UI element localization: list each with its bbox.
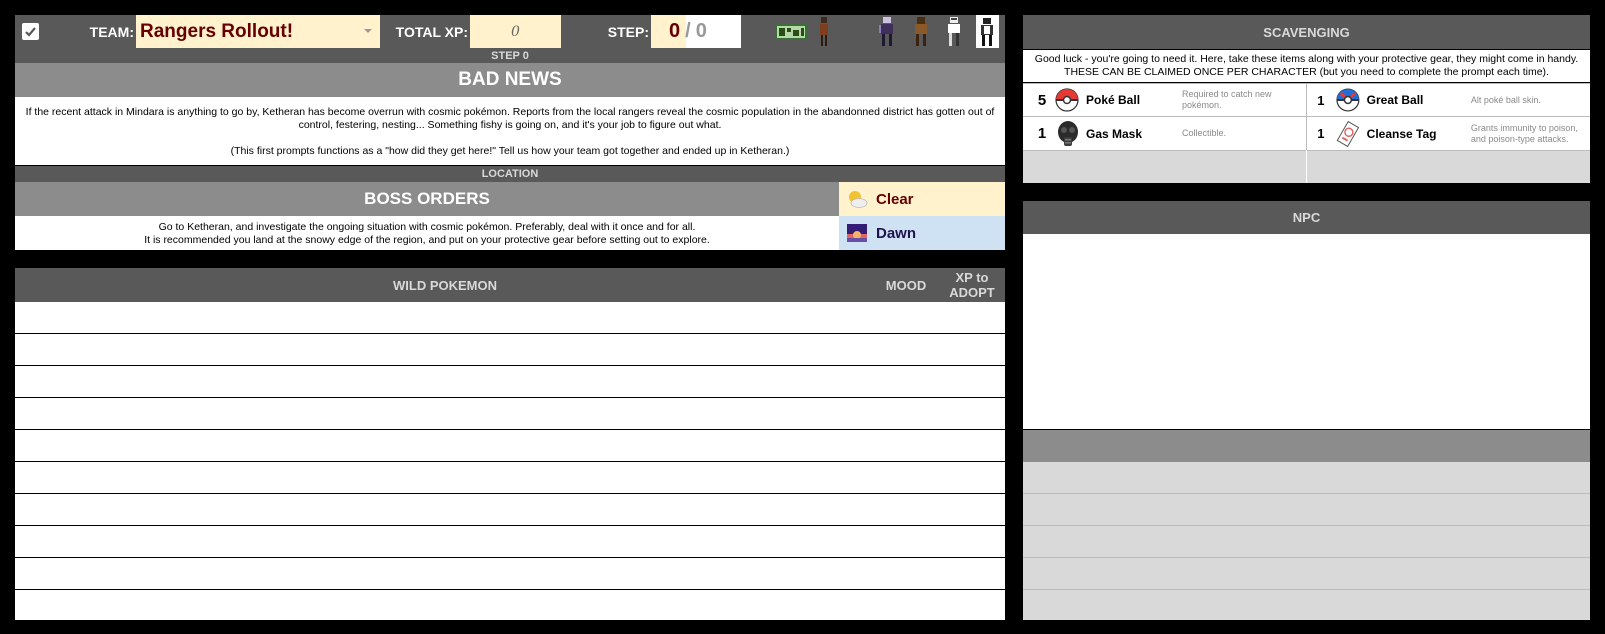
total-xp-field: 0 [470, 15, 561, 48]
npc-info-row [1023, 558, 1590, 590]
trainer-sprite-4-icon [948, 17, 960, 46]
npc-portrait-area [1023, 234, 1590, 429]
table-row [15, 493, 1005, 494]
story-title-bar: BAD NEWS [15, 63, 1005, 97]
step-separator: / [685, 20, 691, 42]
scavenging-item: 1 Great Ball Alt poké ball skin. [1307, 84, 1590, 116]
item-qty: 1 [1317, 126, 1325, 141]
team-label: TEAM: [89, 24, 134, 40]
story-body: If the recent attack in Mindara is anyth… [15, 97, 1005, 165]
step-total: 0 [695, 20, 707, 42]
item-qty: 1 [1317, 92, 1325, 108]
table-row [15, 429, 1005, 430]
table-row [15, 589, 1005, 590]
scavenging-intro-1: Good luck - you're going to need it. Her… [1034, 53, 1579, 65]
table-row [15, 397, 1005, 398]
weather-condition: Clear [839, 182, 1005, 216]
team-banner-icon [775, 24, 807, 40]
scavenging-item: 1 Cleanse Tag Grants immunity to poison,… [1307, 117, 1590, 150]
item-qty: 5 [1037, 91, 1047, 109]
table-row [15, 461, 1005, 462]
orders-title: BOSS ORDERS [364, 189, 490, 208]
orders-line-1: Go to Ketheran, and investigate the ongo… [158, 221, 696, 233]
team-select[interactable]: Rangers Rollout! [136, 15, 380, 48]
trainer-sprite-2-icon [879, 17, 893, 46]
scavenging-title: SCAVENGING [1263, 24, 1350, 40]
item-desc: Collectible. [1182, 128, 1227, 138]
weather-time-label: Dawn [876, 224, 917, 242]
team-select-value: Rangers Rollout! [140, 20, 294, 42]
table-row [15, 365, 1005, 366]
orders-body: Go to Ketheran, and investigate the ongo… [15, 216, 839, 250]
location-band-label: LOCATION [481, 168, 539, 180]
item-desc: Alt poké ball skin. [1470, 94, 1541, 105]
weather-condition-label: Clear [876, 190, 914, 208]
step-current: 0 [669, 20, 681, 42]
story-paragraph-1: If the recent attack in Mindara is anyth… [25, 106, 995, 131]
item-desc: Required to catch new pokémon. [1182, 89, 1272, 110]
story-title: BAD NEWS [458, 69, 562, 90]
story-paragraph-2: (This first prompts functions as a "how … [230, 145, 790, 157]
orders-line-2: It is recommended you land at the snowy … [144, 234, 710, 246]
npc-header: NPC [1023, 201, 1590, 234]
scavenging-header: SCAVENGING [1023, 15, 1590, 49]
chevron-down-icon [364, 29, 372, 33]
item-desc: Grants immunity to poison, and poison-ty… [1470, 122, 1578, 144]
scavenging-intro-2: THESE CAN BE CLAIMED ONCE PER CHARACTER … [1064, 66, 1549, 78]
wild-col-xp: XP to ADOPT [949, 270, 995, 300]
scavenging-item: 5 Poké Ball Required to catch new pokémo… [1023, 84, 1306, 116]
great-ball-icon [1336, 88, 1360, 112]
step-band: STEP 0 [15, 48, 1005, 63]
scavenging-intro: Good luck - you're going to need it. Her… [1023, 50, 1590, 82]
npc-info-row [1023, 494, 1590, 526]
trainer-sprite-5-icon [981, 18, 993, 46]
wild-col-mood: MOOD [885, 278, 927, 293]
npc-title: NPC [1292, 210, 1321, 225]
table-row [15, 333, 1005, 334]
step-label: STEP: [607, 24, 649, 40]
wild-col-pokemon: WILD POKEMON [393, 278, 497, 293]
step-band-label: STEP 0 [491, 49, 529, 62]
weather-time: Dawn [839, 216, 1005, 250]
trainer-sprite-5-frame [976, 15, 999, 48]
npc-info-row [1023, 462, 1590, 494]
item-name: Poké Ball [1086, 93, 1141, 107]
scavenging-item: 1 Gas Mask Collectible. [1023, 117, 1306, 150]
checkmark-icon [25, 27, 36, 37]
team-checkbox[interactable] [22, 23, 39, 40]
trainer-sprite-3-icon [915, 17, 927, 46]
item-name: Gas Mask [1086, 126, 1143, 141]
item-name: Great Ball [1366, 93, 1424, 107]
location-band: LOCATION [15, 166, 1005, 182]
item-qty: 1 [1037, 125, 1047, 142]
gas-mask-icon [1058, 120, 1078, 146]
npc-info-row [1023, 590, 1590, 620]
partly-cloudy-icon [849, 191, 868, 208]
orders-title-bar: BOSS ORDERS [15, 182, 839, 216]
table-row [15, 525, 1005, 526]
cleanse-tag-icon [1336, 120, 1360, 147]
dawn-icon [847, 224, 867, 242]
step-display: 0 / 0 [651, 15, 741, 48]
npc-info-row [1023, 526, 1590, 558]
npc-name-bar [1023, 430, 1590, 462]
table-row [15, 557, 1005, 558]
item-name: Cleanse Tag [1366, 126, 1437, 141]
trainer-sprite-1-icon [820, 17, 828, 46]
total-xp-label: TOTAL XP: [395, 24, 468, 40]
total-xp-value: 0 [511, 23, 520, 40]
poke-ball-icon [1055, 88, 1079, 112]
scavenging-empty-divider [1306, 150, 1307, 183]
